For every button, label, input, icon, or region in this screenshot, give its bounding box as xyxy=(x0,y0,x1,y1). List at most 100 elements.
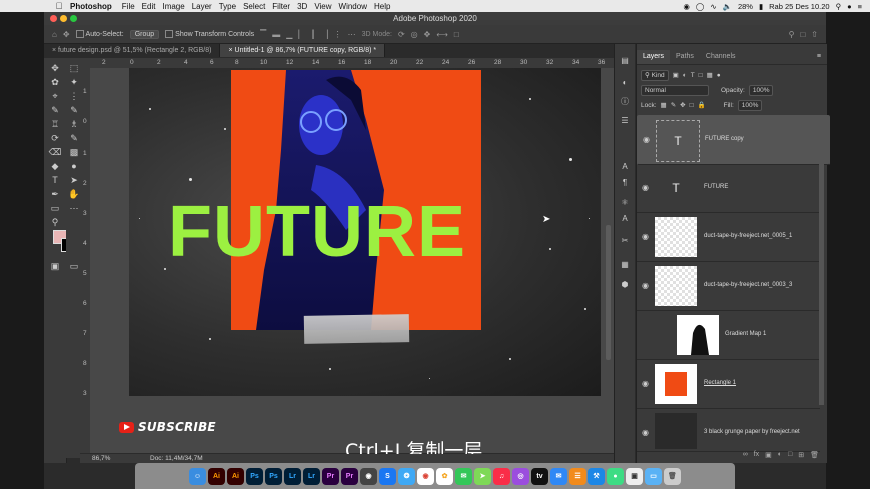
menu-layer[interactable]: Layer xyxy=(192,2,212,11)
align-top-icon[interactable]: ▔ xyxy=(260,30,266,39)
lock-artboard-icon[interactable]: □ xyxy=(690,102,694,109)
premiere-icon[interactable]: Pr xyxy=(341,467,358,485)
tab-channels[interactable]: Channels xyxy=(700,50,742,64)
layer-style-icon[interactable]: fx xyxy=(754,451,759,463)
pen-tool-icon[interactable]: ✒ xyxy=(48,188,62,200)
tab-layers[interactable]: Layers xyxy=(637,50,671,64)
lasso-tool-icon[interactable]: ✿ xyxy=(48,76,62,88)
document-size[interactable]: Doc: 11,4M/34,7M xyxy=(150,455,203,462)
layer-duct-tape-0005[interactable]: ◉ duct-tape-by-freeject.net_0005_1 xyxy=(637,213,820,262)
visibility-eye-icon[interactable]: ◉ xyxy=(642,183,650,192)
3d-panel-icon[interactable]: ⬢ xyxy=(620,280,630,290)
new-group-icon[interactable]: □ xyxy=(788,451,792,463)
layer-future-copy[interactable]: ◉ T FUTURE copy xyxy=(637,115,830,165)
xcode-icon[interactable]: ⚒ xyxy=(588,467,605,485)
lightroom-icon[interactable]: Lr xyxy=(303,467,320,485)
delete-layer-icon[interactable]: 🗑 xyxy=(810,451,819,463)
character-panel-icon[interactable]: A xyxy=(620,162,630,172)
lock-all-icon[interactable]: 🔒 xyxy=(698,101,706,109)
apple-icon[interactable]:  xyxy=(52,1,66,11)
move-tool-icon[interactable]: ✥ xyxy=(48,62,62,74)
safari-icon[interactable]: ❂ xyxy=(398,467,415,485)
minimize-window-button[interactable] xyxy=(60,15,67,22)
duct-tape-image[interactable] xyxy=(303,314,410,344)
menu-help[interactable]: Help xyxy=(374,2,390,11)
tool-presets-icon[interactable]: ✂ xyxy=(620,236,630,246)
maps-icon[interactable]: ➤ xyxy=(474,467,491,485)
3d-drag-icon[interactable]: ✥ xyxy=(424,30,431,39)
menu-filter[interactable]: Filter xyxy=(272,2,290,11)
tab-future-design[interactable]: × future design.psd @ 51,5% (Rectangle 2… xyxy=(44,44,221,57)
battery-icon[interactable]: ▮ xyxy=(759,2,763,11)
dodge-tool-icon[interactable]: ● xyxy=(67,160,81,172)
transform-controls-checkbox[interactable]: Show Transform Controls xyxy=(165,30,254,38)
eraser-tool-icon[interactable]: ⌫ xyxy=(48,146,62,158)
stamp-tool-icon[interactable]: ♖ xyxy=(48,118,62,130)
lightroom-icon[interactable]: Lr xyxy=(284,467,301,485)
crop-tool-icon[interactable]: ⌖ xyxy=(48,90,62,102)
visibility-eye-icon[interactable]: ◉ xyxy=(642,428,650,437)
canvas-scrollbar[interactable] xyxy=(606,225,611,360)
menubar-clock[interactable]: Rab 25 Des 10.20 xyxy=(769,2,829,11)
layer-gradient-map[interactable]: Gradient Map 1 xyxy=(637,311,820,360)
path-select-icon[interactable]: ➤ xyxy=(67,174,81,186)
tv-icon[interactable]: tv xyxy=(531,467,548,485)
wifi-icon[interactable]: ∿ xyxy=(710,2,716,11)
menu-window[interactable]: Window xyxy=(339,2,367,11)
layer-duct-tape-0003[interactable]: ◉ duct-tape-by-freeject.net_0003_3 xyxy=(637,262,820,311)
user-icon[interactable]: ● xyxy=(847,2,852,11)
menu-type[interactable]: Type xyxy=(219,2,236,11)
filter-type-icon[interactable]: T xyxy=(691,72,695,79)
align-left-icon[interactable]: ▏ xyxy=(298,30,304,39)
zoom-window-button[interactable] xyxy=(70,15,77,22)
opacity-input[interactable]: 100% xyxy=(748,84,774,96)
menu-view[interactable]: View xyxy=(314,2,331,11)
eyedropper-tool-icon[interactable]: ⋮ xyxy=(67,90,81,102)
lock-position-icon[interactable]: ✥ xyxy=(680,101,685,109)
music-icon[interactable]: ♫ xyxy=(493,467,510,485)
photoshop-icon[interactable]: Ps xyxy=(265,467,282,485)
add-mask-icon[interactable]: ▣ xyxy=(765,451,772,463)
fill-input[interactable]: 100% xyxy=(737,99,763,111)
align-bottom-icon[interactable]: ▁ xyxy=(286,30,292,39)
more-tools-icon[interactable]: ⋯ xyxy=(67,202,81,214)
libraries-panel-icon[interactable]: ▦ xyxy=(620,260,630,270)
quick-mask-icon[interactable]: ▣ xyxy=(48,260,62,272)
new-adjustment-icon[interactable]: ◐ xyxy=(778,451,782,463)
auto-select-dropdown[interactable]: Group xyxy=(129,29,160,39)
menu-image[interactable]: Image xyxy=(162,2,184,11)
search-icon[interactable]: ⚲ xyxy=(836,2,842,11)
davinci-resolve-icon[interactable]: ◉ xyxy=(360,467,377,485)
trash-icon[interactable]: 🗑 xyxy=(664,467,681,485)
blend-mode-dropdown[interactable]: Normal xyxy=(641,84,709,96)
adjustments-panel-icon[interactable]: ◐ xyxy=(620,78,630,88)
layer-rectangle-1[interactable]: ◉ Rectangle 1 xyxy=(637,360,820,409)
info-panel-icon[interactable]: ⓘ xyxy=(620,96,630,106)
illustrator-icon[interactable]: Ai xyxy=(227,467,244,485)
link-layers-icon[interactable]: ∞ xyxy=(743,451,748,463)
lock-paint-icon[interactable]: ✎ xyxy=(671,101,676,109)
align-right-icon[interactable]: ▕ xyxy=(321,30,327,39)
books-icon[interactable]: ☰ xyxy=(569,467,586,485)
zoom-level[interactable]: 86,7% xyxy=(92,455,110,462)
folder-icon[interactable]: ▭ xyxy=(645,467,662,485)
visibility-eye-icon[interactable]: ◉ xyxy=(643,135,651,144)
3d-rotate-icon[interactable]: ⟳ xyxy=(398,30,405,39)
magic-wand-icon[interactable]: ✦ xyxy=(67,76,81,88)
home-icon[interactable]: ⌂ xyxy=(52,30,57,39)
filter-smart-icon[interactable]: ▦ xyxy=(707,71,713,79)
zoom-tool-icon[interactable]: ⚲ xyxy=(48,216,62,228)
3d-slide-icon[interactable]: ⟷ xyxy=(436,30,447,39)
paragraph-panel-icon[interactable]: ¶ xyxy=(620,178,630,188)
pattern-stamp-icon[interactable]: ♗ xyxy=(67,118,81,130)
visibility-eye-icon[interactable]: ◉ xyxy=(642,379,650,388)
finder-icon[interactable]: ☺ xyxy=(189,467,206,485)
type-tool-icon[interactable]: T xyxy=(48,174,62,186)
shazam-icon[interactable]: S xyxy=(379,467,396,485)
menu-select[interactable]: Select xyxy=(243,2,265,11)
visibility-eye-icon[interactable]: ◉ xyxy=(642,232,650,241)
menu-file[interactable]: File xyxy=(122,2,135,11)
photoshop-icon[interactable]: Ps xyxy=(246,467,263,485)
healing-brush-icon[interactable]: ✎ xyxy=(67,104,81,116)
search-icon[interactable]: ⚲ xyxy=(789,30,795,39)
